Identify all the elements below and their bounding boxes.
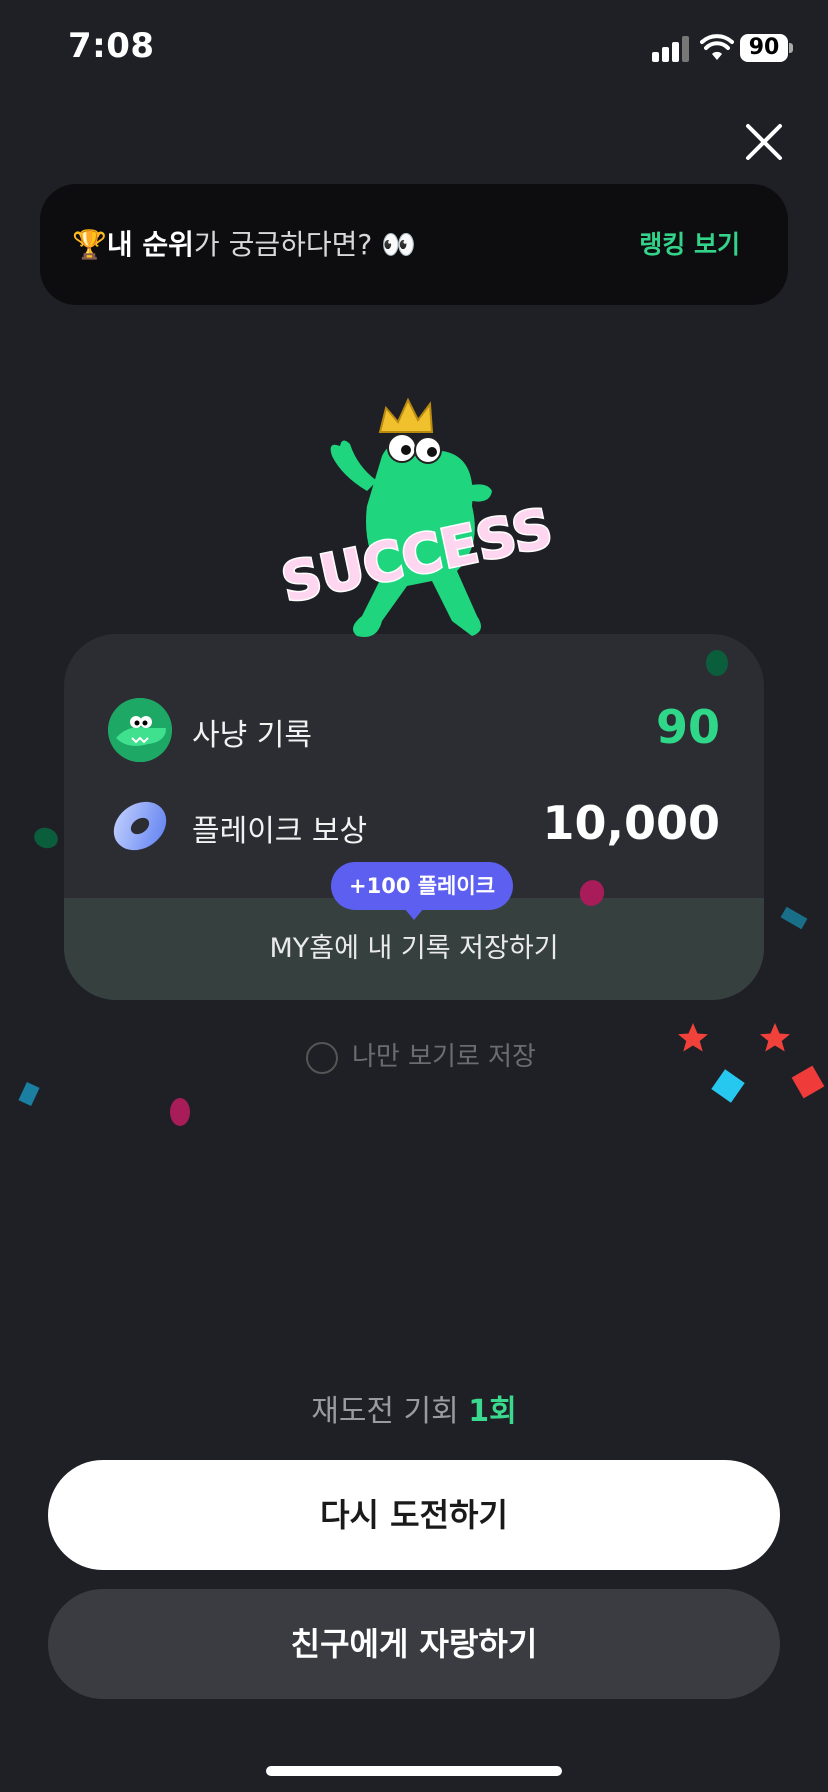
confetti-piece (780, 906, 808, 930)
battery-icon: 90 (740, 34, 788, 62)
signal-icon (652, 36, 689, 62)
retry-chances: 재도전 기회 1회 (0, 1386, 828, 1430)
confetti-piece (18, 1081, 40, 1107)
private-save-label: 나만 보기로 저장 (352, 1042, 536, 1072)
wifi-icon (700, 34, 734, 60)
home-indicator (266, 1766, 562, 1776)
result-card: 사냥 기록 90 플레이크 보상 10,000 MY홈에 내 기록 저장하기 (64, 634, 764, 1000)
my-rank-text: 내 순위 (106, 228, 194, 261)
retry-button[interactable]: 다시 도전하기 (48, 1460, 780, 1570)
bonus-tooltip: +100 플레이크 (331, 862, 514, 910)
star-confetti-icon (678, 1023, 708, 1052)
donut-flake-icon (113, 801, 167, 851)
tooltip-tail (404, 908, 424, 920)
success-mascot: SUCCESS (282, 397, 552, 637)
confetti-piece (31, 824, 61, 852)
ranking-prompt-text: 가 궁금하다면? (193, 228, 382, 261)
view-ranking-button[interactable]: 랭킹 보기 (639, 184, 740, 305)
close-icon[interactable] (742, 120, 786, 164)
eyes-icon: 👀 (381, 228, 417, 261)
confetti-piece (706, 650, 728, 676)
confetti-piece (791, 1065, 825, 1099)
ranking-prompt: 🏆내 순위가 궁금하다면? 👀 (72, 184, 416, 305)
radio-circle-icon[interactable] (306, 1042, 338, 1074)
star-confetti-icon (760, 1023, 790, 1052)
status-time: 7:08 (68, 26, 155, 66)
hunt-record-value: 90 (655, 700, 720, 754)
flake-reward-value: 10,000 (542, 796, 720, 850)
retry-chances-count: 1회 (468, 1394, 517, 1429)
trophy-icon: 🏆 (72, 228, 107, 261)
retry-chances-label: 재도전 기회 (311, 1394, 469, 1429)
hunt-record-label: 사냥 기록 (192, 718, 312, 753)
ranking-banner[interactable]: 🏆내 순위가 궁금하다면? 👀 랭킹 보기 (40, 184, 788, 305)
confetti-piece (170, 1098, 190, 1126)
crocodile-avatar-icon (108, 698, 172, 762)
share-with-friends-button[interactable]: 친구에게 자랑하기 (48, 1589, 780, 1699)
battery-tip (789, 43, 793, 53)
flake-reward-label: 플레이크 보상 (192, 814, 368, 849)
confetti-piece (711, 1069, 745, 1103)
